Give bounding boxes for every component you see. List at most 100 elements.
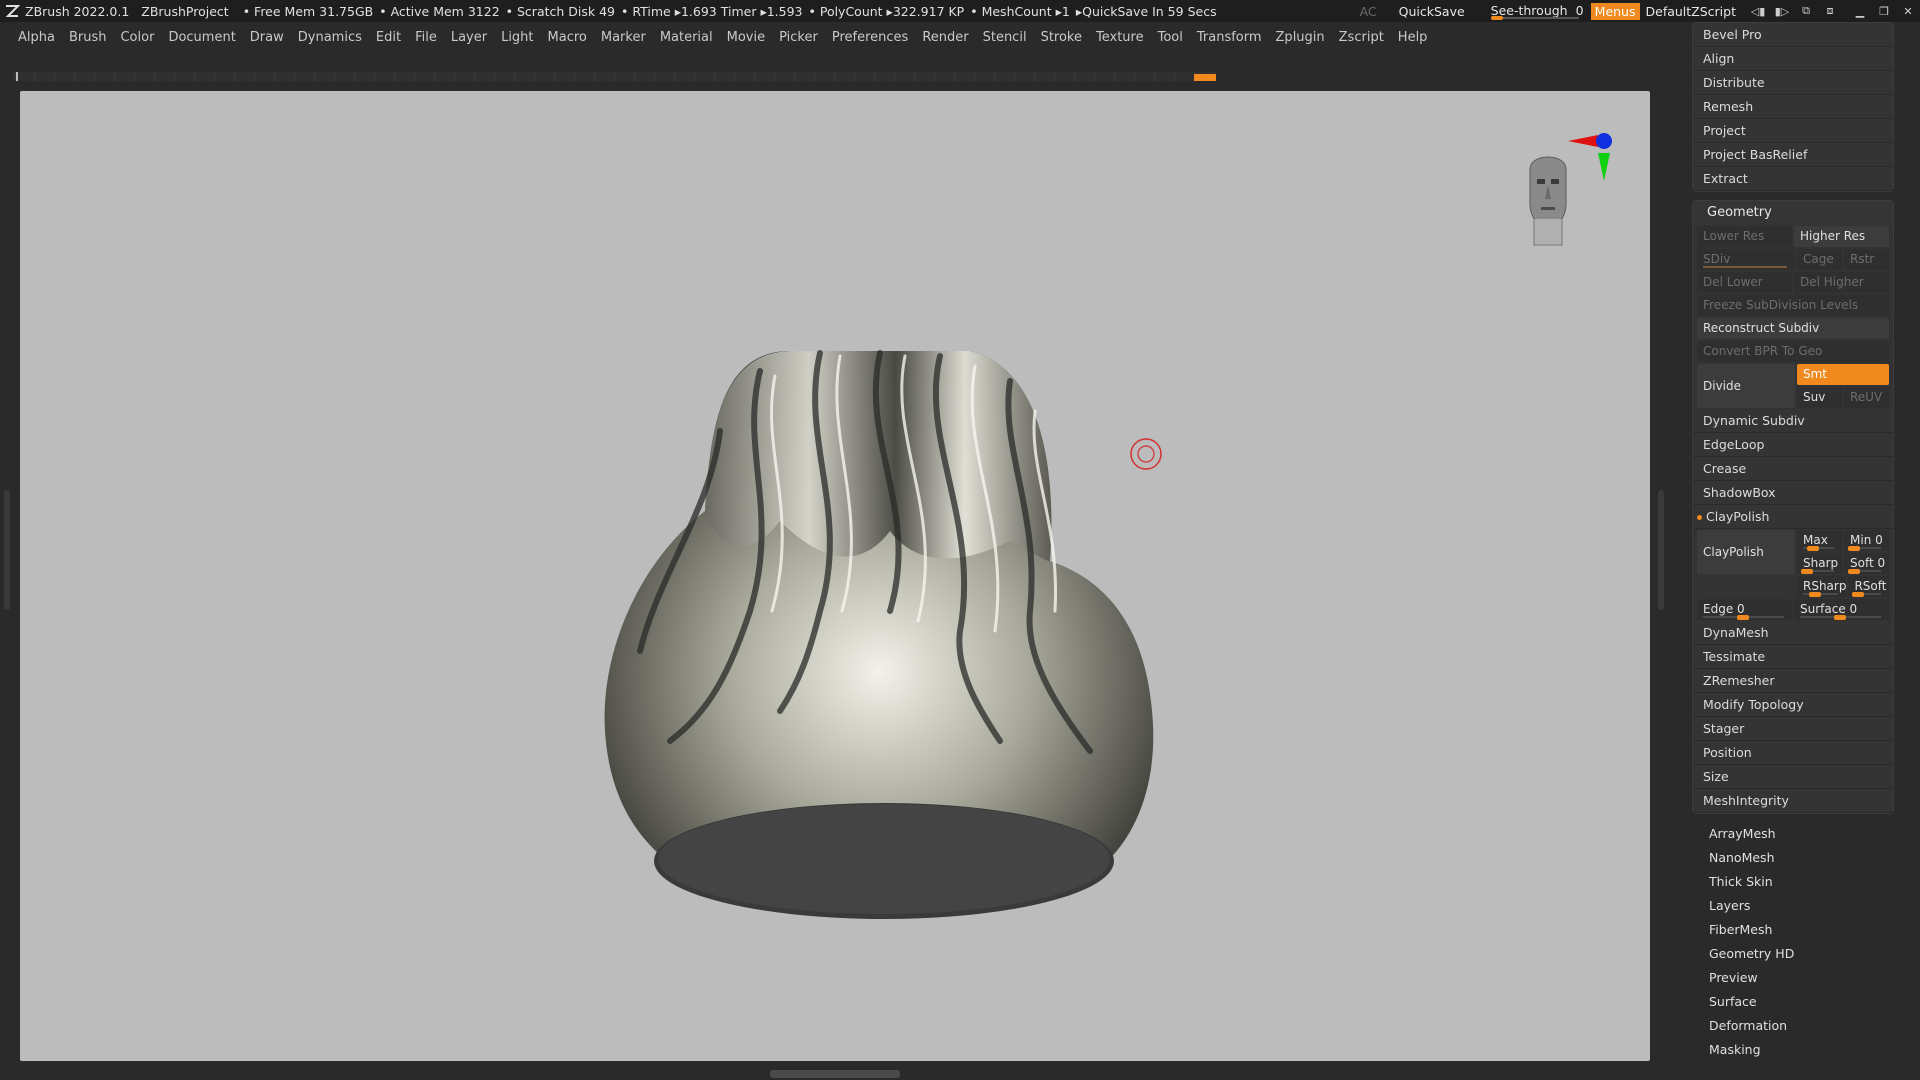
rsharp-slider[interactable]: RSharp [1797,576,1847,597]
modify-topology-button[interactable]: Modify Topology [1693,693,1893,717]
geometry-header[interactable]: Geometry [1693,201,1893,225]
window-toggle-icon[interactable]: ⧈ [1818,0,1842,22]
subpalette-fibermesh[interactable]: FiberMesh [1692,918,1894,942]
menu-edit[interactable]: Edit [369,30,408,45]
subpalette-layers[interactable]: Layers [1692,894,1894,918]
size-button[interactable]: Size [1693,765,1893,789]
meshintegrity-button[interactable]: MeshIntegrity [1693,789,1893,813]
menu-macro[interactable]: Macro [541,30,594,45]
max-slider[interactable]: Max 25 [1797,530,1842,568]
sdiv-slider[interactable]: SDiv [1697,249,1795,270]
claypolish-button[interactable]: ClayPolish [1697,530,1795,574]
menu-render[interactable]: Render [915,30,975,45]
menu-color[interactable]: Color [113,30,161,45]
edgeloop-button[interactable]: EdgeLoop [1693,433,1893,457]
see-through-knob[interactable] [1490,16,1503,20]
menu-picker[interactable]: Picker [772,30,825,45]
canvas-viewport[interactable] [20,91,1650,1061]
position-button[interactable]: Position [1693,741,1893,765]
menu-movie[interactable]: Movie [720,30,772,45]
sharp-slider[interactable]: Sharp [1797,553,1842,574]
rsoft-slider[interactable]: RSoft 5 [1848,576,1889,614]
timeline-marker[interactable] [1194,74,1216,81]
align-button[interactable]: Align [1693,47,1893,71]
menu-preferences[interactable]: Preferences [825,30,915,45]
remesh-button[interactable]: Remesh [1693,95,1893,119]
restore-icon[interactable]: ❐ [1872,0,1896,22]
menu-dynamics[interactable]: Dynamics [291,30,369,45]
quicksave-button[interactable]: QuickSave [1399,4,1465,19]
minimize-icon[interactable]: ▁ [1848,0,1872,22]
convert-bpr-button[interactable]: Convert BPR To Geo [1697,341,1889,362]
menu-file[interactable]: File [408,30,444,45]
menu-texture[interactable]: Texture [1089,30,1151,45]
see-through-slider[interactable]: See-through 0 [1490,2,1584,20]
menus-button[interactable]: Menus [1590,2,1640,20]
menu-marker[interactable]: Marker [594,30,653,45]
close-icon[interactable]: ✕ [1896,0,1920,22]
zbrush-logo-icon [5,5,20,17]
surface-slider[interactable]: Surface 0 [1794,599,1889,620]
menu-stencil[interactable]: Stencil [976,30,1034,45]
subpalette-nanomesh[interactable]: NanoMesh [1692,846,1894,870]
menu-document[interactable]: Document [161,30,242,45]
subpalette-arraymesh[interactable]: ArrayMesh [1692,822,1894,846]
menu-zplugin[interactable]: Zplugin [1269,30,1332,45]
claypolish-header[interactable]: ClayPolish [1693,505,1893,529]
ac-toggle[interactable]: AC [1360,4,1377,19]
layout-left-icon[interactable]: ◁▮ [1746,0,1770,22]
rstr-button[interactable]: Rstr [1844,249,1889,270]
soft-slider[interactable]: Soft 0 [1844,553,1889,574]
menu-stroke[interactable]: Stroke [1034,30,1089,45]
menu-tool[interactable]: Tool [1151,30,1190,45]
menu-zscript[interactable]: Zscript [1332,30,1391,45]
subpalette-thick-skin[interactable]: Thick Skin [1692,870,1894,894]
default-zscript-button[interactable]: DefaultZScript [1646,4,1737,19]
extract-button[interactable]: Extract [1693,167,1893,191]
menu-material[interactable]: Material [653,30,720,45]
zremesher-button[interactable]: ZRemesher [1693,669,1893,693]
del-higher-button[interactable]: Del Higher [1794,272,1889,293]
subpalette-deformation[interactable]: Deformation [1692,1014,1894,1038]
dynamic-subdiv-button[interactable]: Dynamic Subdiv [1693,409,1893,433]
project-basrelief-button[interactable]: Project BasRelief [1693,143,1893,167]
bevel-pro-button[interactable]: Bevel Pro [1693,23,1893,47]
distribute-button[interactable]: Distribute [1693,71,1893,95]
smt-toggle[interactable]: Smt [1797,364,1889,385]
bottom-tray-handle[interactable] [770,1070,900,1078]
menu-brush[interactable]: Brush [62,30,114,45]
menu-help[interactable]: Help [1391,30,1435,45]
freeze-subdivision-button[interactable]: Freeze SubDivision Levels [1697,295,1889,316]
dynamesh-button[interactable]: DynaMesh [1693,621,1893,645]
menu-alpha[interactable]: Alpha [0,30,62,45]
min-slider[interactable]: Min 0 [1844,530,1889,551]
navigation-head-icon[interactable] [1520,149,1576,249]
edge-slider[interactable]: Edge 0 [1697,599,1792,620]
reuv-toggle[interactable]: ReUV [1844,387,1889,408]
project-button[interactable]: Project [1693,119,1893,143]
higher-res-button[interactable]: Higher Res [1794,226,1889,247]
menu-transform[interactable]: Transform [1190,30,1269,45]
menu-layer[interactable]: Layer [444,30,494,45]
left-tray-handle[interactable] [4,490,10,610]
right-tray-handle[interactable] [1658,490,1664,610]
crease-button[interactable]: Crease [1693,457,1893,481]
menu-draw[interactable]: Draw [243,30,291,45]
suv-toggle[interactable]: Suv [1797,387,1842,408]
subpalette-masking[interactable]: Masking [1692,1038,1894,1062]
lower-res-button[interactable]: Lower Res [1697,226,1792,247]
tessimate-button[interactable]: Tessimate [1693,645,1893,669]
subpalette-preview[interactable]: Preview [1692,966,1894,990]
subpalette-geometry-hd[interactable]: Geometry HD [1692,942,1894,966]
divide-button[interactable]: Divide [1697,364,1795,408]
cage-button[interactable]: Cage [1797,249,1842,270]
timeline-shelf[interactable] [14,72,1216,81]
layout-right-icon[interactable]: ▮▷ [1770,0,1794,22]
subpalette-surface[interactable]: Surface [1692,990,1894,1014]
menu-light[interactable]: Light [494,30,540,45]
stager-button[interactable]: Stager [1693,717,1893,741]
del-lower-button[interactable]: Del Lower [1697,272,1792,293]
shadowbox-button[interactable]: ShadowBox [1693,481,1893,505]
window-layout-icon[interactable]: ⧉ [1794,0,1818,22]
reconstruct-subdiv-button[interactable]: Reconstruct Subdiv [1697,318,1889,339]
